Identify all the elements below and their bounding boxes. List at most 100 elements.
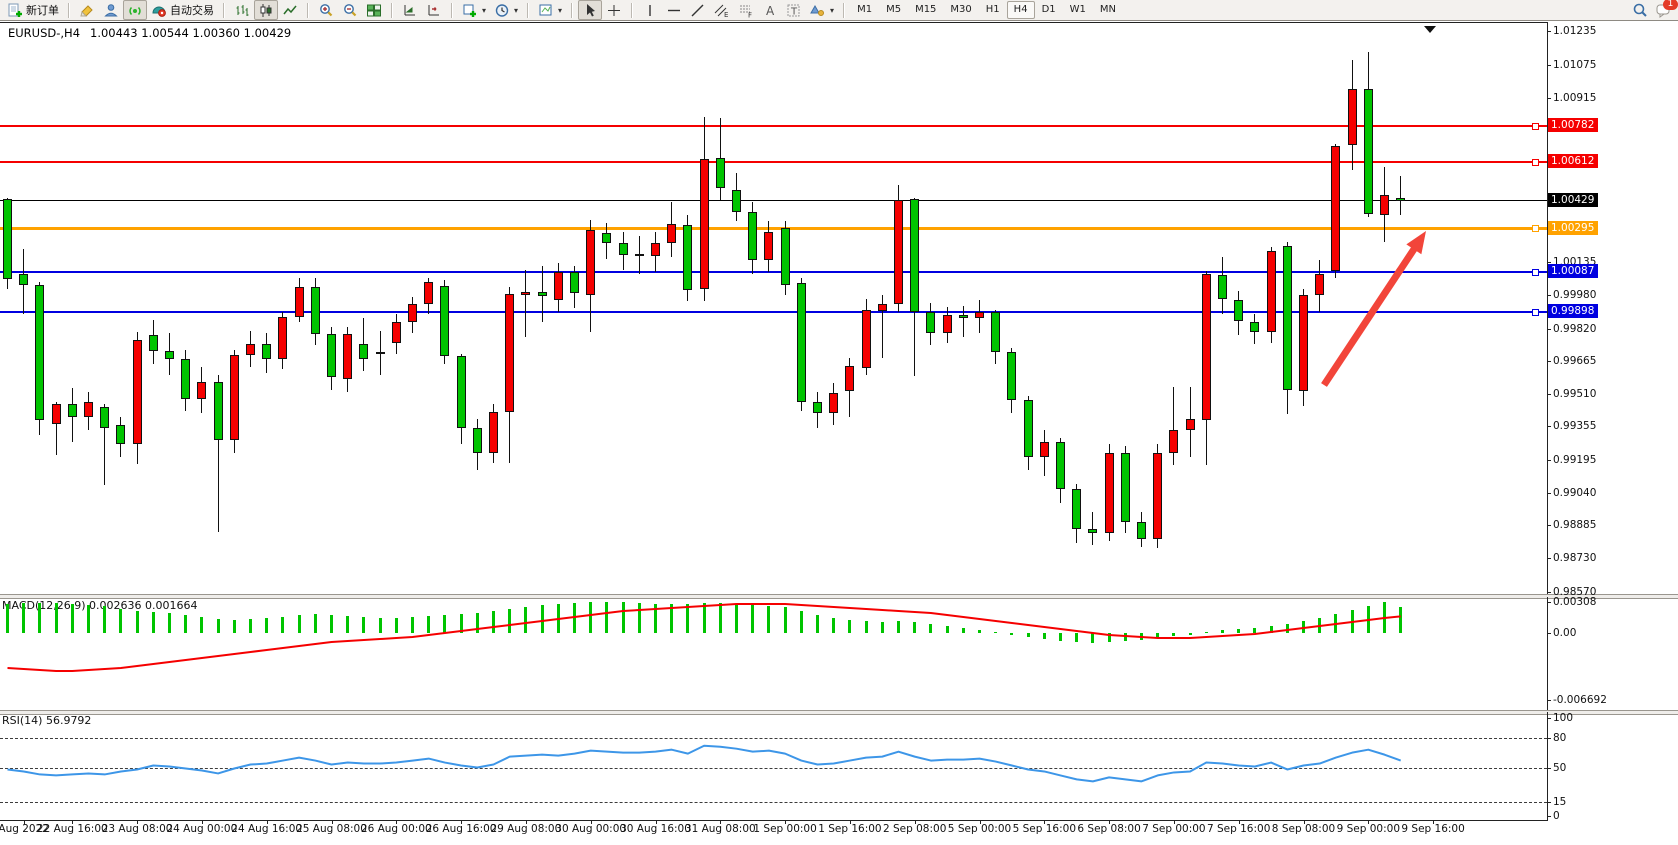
autotrade-button[interactable]: 自动交易 [147,0,218,20]
signals-button[interactable] [123,0,147,20]
timeframe-m15[interactable]: M15 [908,1,943,19]
time-label[interactable]: 7 Sep 00:00 [1142,823,1205,835]
marker-icon [79,3,95,18]
search-icon[interactable] [1632,3,1648,18]
time-label[interactable]: 30 Aug 16:00 [620,823,691,835]
macd-histogram-bar [330,615,333,633]
time-label[interactable]: 5 Sep 16:00 [1013,823,1076,835]
time-label[interactable]: 23 Aug 08:00 [102,823,173,835]
time-label[interactable]: 26 Aug 00:00 [361,823,432,835]
chevron-down-icon[interactable]: ▾ [558,6,562,15]
candle-chart-button[interactable] [254,0,278,20]
rsi-tick-label: 100 [1553,712,1573,724]
period-button[interactable]: ▾ [490,0,522,20]
cursor-button[interactable] [578,0,602,20]
level-line-0.99898[interactable] [0,311,1547,313]
price-tick-label[interactable]: 0.99040 [1553,487,1596,499]
time-label[interactable]: 26 Aug 16:00 [426,823,497,835]
price-tick-label[interactable]: 0.99665 [1553,355,1596,367]
time-label[interactable]: 24 Aug 00:00 [166,823,237,835]
time-label[interactable]: 2 Sep 08:00 [883,823,946,835]
text-button[interactable]: A [758,0,782,20]
zoom-out-button[interactable] [338,0,362,20]
add-indicator-button[interactable]: ▾ [458,0,490,20]
tile-windows-button[interactable] [362,0,386,20]
timeframe-h1[interactable]: H1 [979,1,1007,19]
timeframe-d1[interactable]: D1 [1035,1,1063,19]
candle-up [392,322,401,343]
toolbar-divider [451,3,453,18]
timeframe-mn[interactable]: MN [1093,1,1123,19]
timeframe-m1[interactable]: M1 [850,1,879,19]
timeframe-m5[interactable]: M5 [879,1,908,19]
level-line-1.00782[interactable] [0,125,1547,127]
channel-button[interactable]: E [710,0,734,20]
trendline-button[interactable] [686,0,710,20]
price-tick-label[interactable]: 0.99355 [1553,420,1596,432]
panel-separator[interactable] [0,594,1678,599]
time-label[interactable]: 31 Aug 08:00 [685,823,756,835]
time-label[interactable]: 5 Sep 00:00 [948,823,1011,835]
crosshair-button[interactable] [602,0,626,20]
timeframe-w1[interactable]: W1 [1063,1,1093,19]
macd-histogram-bar [589,602,592,633]
shift-chart-button[interactable] [422,0,446,20]
price-tick-mark [1547,426,1551,427]
zoom-in-button[interactable] [314,0,338,20]
chart-area[interactable]: EURUSD-,H41.00443 1.00544 1.00360 1.0042… [0,21,1678,845]
time-label[interactable]: 1 Sep 00:00 [753,823,816,835]
shift-marker-icon[interactable] [1424,26,1436,33]
profile-button[interactable] [99,0,123,20]
price-tick-label[interactable]: 0.99980 [1553,289,1596,301]
level-line-1.00429[interactable] [0,200,1547,201]
hline-button[interactable] [662,0,686,20]
candle-down [165,351,174,359]
macd-histogram-bar [249,619,252,633]
price-tick-label[interactable]: 1.00915 [1553,92,1596,104]
panel-separator[interactable] [0,710,1678,715]
price-tick-label[interactable]: 0.99195 [1553,454,1596,466]
notifications-icon[interactable]: 1 [1656,3,1672,18]
time-label[interactable]: 25 Aug 08:00 [296,823,367,835]
time-label[interactable]: 29 Aug 08:00 [490,823,561,835]
timeframe-m30[interactable]: M30 [943,1,978,19]
chevron-down-icon[interactable]: ▾ [482,6,486,15]
template-button[interactable]: ▾ [534,0,566,20]
bar-chart-button[interactable] [230,0,254,20]
time-label[interactable]: 8 Sep 08:00 [1272,823,1335,835]
price-tick-label[interactable]: 1.01235 [1553,25,1596,37]
time-label[interactable]: 1 Sep 16:00 [818,823,881,835]
price-tick-label[interactable]: 0.98730 [1553,552,1596,564]
toolbar-divider [391,3,393,18]
chevron-down-icon[interactable]: ▾ [830,6,834,15]
level-line-1.00612[interactable] [0,161,1547,163]
shapes-button[interactable]: ▾ [806,0,838,20]
price-tick-label[interactable]: 1.01075 [1553,59,1596,71]
new-order-button[interactable]: 新订单 [3,0,63,20]
level-line-1.00295[interactable] [0,227,1547,230]
time-label[interactable]: 24 Aug 16:00 [231,823,302,835]
time-label[interactable]: 30 Aug 00:00 [555,823,626,835]
time-label[interactable]: 7 Sep 16:00 [1207,823,1270,835]
auto-scroll-button[interactable] [398,0,422,20]
time-label[interactable]: 9 Sep 16:00 [1401,823,1464,835]
vline-button[interactable] [638,0,662,20]
candle-up [1267,251,1276,332]
rsi-tick-mark [1547,718,1551,719]
price-tick-label[interactable]: 0.99510 [1553,388,1596,400]
time-label[interactable]: 9 Sep 00:00 [1337,823,1400,835]
timeframe-h4[interactable]: H4 [1007,1,1035,19]
price-tick-label[interactable]: 0.98885 [1553,519,1596,531]
macd-histogram-bar [379,618,382,633]
highlighter-button[interactable] [75,0,99,20]
time-label[interactable]: 22 Aug 16:00 [37,823,108,835]
label-button[interactable]: T [782,0,806,20]
price-tick-label[interactable]: 0.99820 [1553,323,1596,335]
cursor-icon [582,3,598,18]
line-chart-button[interactable] [278,0,302,20]
time-label[interactable]: 6 Sep 08:00 [1077,823,1140,835]
price-tick-mark [1547,592,1551,593]
chevron-down-icon[interactable]: ▾ [514,6,518,15]
fibonacci-button[interactable]: F [734,0,758,20]
candle-up [845,366,854,391]
